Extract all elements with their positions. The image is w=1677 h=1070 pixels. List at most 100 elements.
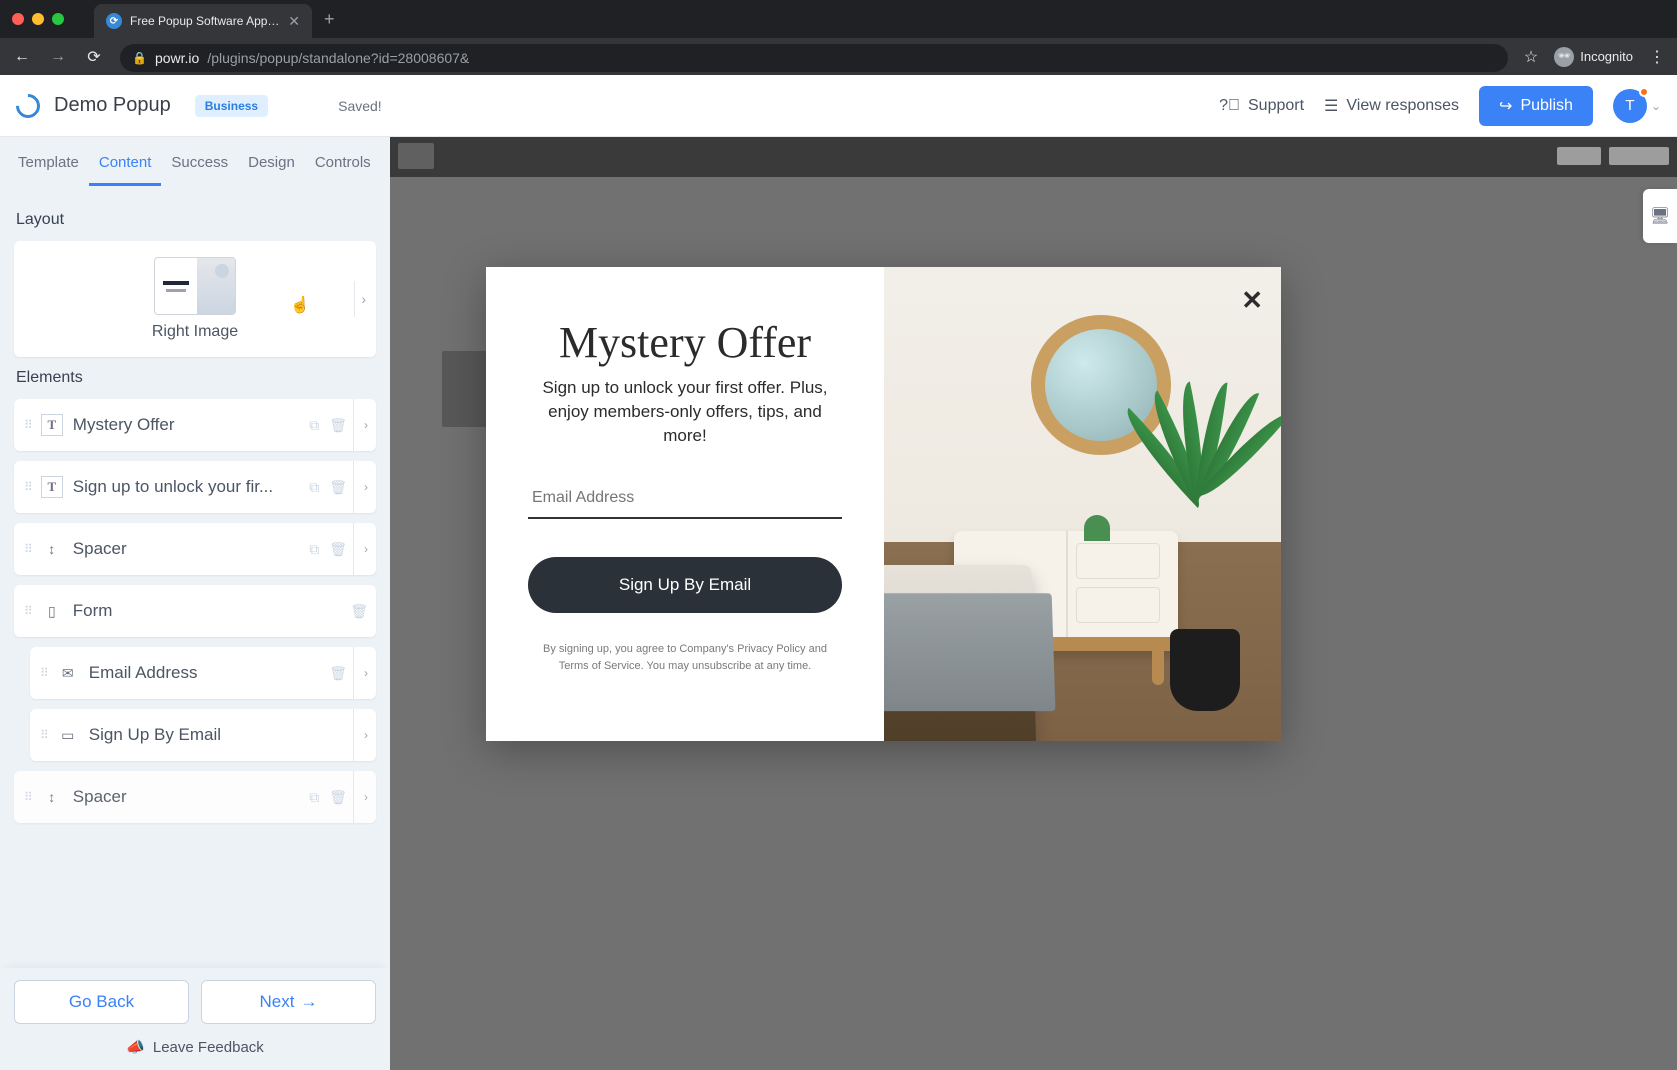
list-icon: ☰ xyxy=(1324,96,1338,116)
drag-handle-icon[interactable]: ⠿ xyxy=(40,728,47,742)
drag-handle-icon[interactable]: ⠿ xyxy=(24,480,31,494)
tab-success[interactable]: Success xyxy=(161,140,238,185)
chevron-down-icon: ⌄ xyxy=(1651,99,1661,113)
spacer-icon: ↕ xyxy=(41,538,63,560)
element-text-title[interactable]: ⠿ T Mystery Offer ⧉ 🗑 › xyxy=(14,399,376,451)
element-spacer[interactable]: ⠿ ↕ Spacer ⧉ 🗑 › xyxy=(14,523,376,575)
new-tab-button[interactable]: + xyxy=(324,9,335,30)
go-back-button[interactable]: Go Back xyxy=(14,980,189,1024)
chevron-right-icon[interactable]: › xyxy=(353,771,368,823)
delete-icon[interactable]: 🗑 xyxy=(329,789,347,806)
bookmark-icon[interactable]: ☆ xyxy=(1524,47,1538,67)
placeholder-block xyxy=(398,143,434,169)
reload-button[interactable]: ⟳ xyxy=(84,47,104,67)
email-input[interactable] xyxy=(528,479,842,519)
elements-section-heading: Elements xyxy=(16,369,376,387)
app-header: Demo Popup Business Saved! ?⃝ Support ☰ … xyxy=(0,75,1677,137)
signup-button-label: Sign Up By Email xyxy=(619,575,751,595)
browser-tab[interactable]: ⟳ Free Popup Software Applicati ✕ xyxy=(94,4,312,38)
element-text-subtitle[interactable]: ⠿ T Sign up to unlock your fir... ⧉ 🗑 › xyxy=(14,461,376,513)
chevron-right-icon[interactable]: › xyxy=(353,399,368,451)
preview-site-header xyxy=(390,137,1677,177)
tab-template[interactable]: Template xyxy=(8,140,89,185)
layout-selector[interactable]: Right Image › ☝ xyxy=(14,241,376,357)
popup-image xyxy=(884,267,1281,741)
view-responses-label: View responses xyxy=(1346,97,1459,115)
text-icon: T xyxy=(41,414,63,436)
desktop-icon: 🖥 xyxy=(1650,206,1670,226)
drag-handle-icon[interactable]: ⠿ xyxy=(24,418,31,432)
element-spacer-2[interactable]: ⠿ ↕ Spacer ⧉ 🗑 › xyxy=(14,771,376,823)
element-label: Form xyxy=(73,601,350,621)
drag-handle-icon[interactable]: ⠿ xyxy=(40,666,47,680)
spacer-icon: ↕ xyxy=(41,786,63,808)
view-responses-link[interactable]: ☰ View responses xyxy=(1324,96,1459,116)
chevron-right-icon[interactable]: › xyxy=(353,461,368,513)
element-label: Spacer xyxy=(73,539,309,559)
element-submit-button[interactable]: ⠿ ▭ Sign Up By Email › xyxy=(30,709,376,761)
incognito-icon: 🕶 xyxy=(1554,47,1574,67)
element-email-field[interactable]: ⠿ ✉ Email Address 🗑 › xyxy=(30,647,376,699)
drag-handle-icon[interactable]: ⠿ xyxy=(24,790,31,804)
share-icon: ↪ xyxy=(1499,96,1512,116)
avatar-initial: T xyxy=(1625,97,1634,114)
element-label: Sign up to unlock your fir... xyxy=(73,477,309,497)
incognito-label: Incognito xyxy=(1580,49,1633,64)
url-path: /plugins/popup/standalone?id=28008607& xyxy=(207,50,469,66)
plan-badge[interactable]: Business xyxy=(195,95,268,117)
tab-close-icon[interactable]: ✕ xyxy=(288,13,300,30)
arrow-right-icon: → xyxy=(300,992,317,1012)
next-label: Next xyxy=(260,992,295,1012)
delete-icon[interactable]: 🗑 xyxy=(329,541,347,558)
drag-handle-icon[interactable]: ⠿ xyxy=(24,542,31,556)
chevron-right-icon[interactable]: › xyxy=(353,523,368,575)
drag-handle-icon[interactable]: ⠿ xyxy=(24,604,31,618)
address-bar-right: ☆ 🕶 Incognito ⋮ xyxy=(1524,47,1665,67)
duplicate-icon[interactable]: ⧉ xyxy=(309,417,319,434)
layout-thumbnail-icon xyxy=(154,257,236,315)
tab-content[interactable]: Content xyxy=(89,140,162,185)
delete-icon[interactable]: 🗑 xyxy=(329,665,347,682)
layout-next-button[interactable]: › xyxy=(354,281,372,317)
minimize-window-button[interactable] xyxy=(32,13,44,25)
element-form[interactable]: ⠿ ▯ Form 🗑 xyxy=(14,585,376,637)
sidebar-footer: Go Back Next → 📣 Leave Feedback xyxy=(0,968,390,1070)
forward-button[interactable]: → xyxy=(48,48,68,66)
main: Template Content Success Design Controls… xyxy=(0,137,1677,1070)
device-toggle-button[interactable]: 🖥 xyxy=(1643,189,1677,243)
small-plant-icon xyxy=(1084,515,1110,541)
duplicate-icon[interactable]: ⧉ xyxy=(309,789,319,806)
delete-icon[interactable]: 🗑 xyxy=(329,417,347,434)
account-menu[interactable]: T ⌄ xyxy=(1613,89,1661,123)
browser-menu-icon[interactable]: ⋮ xyxy=(1649,47,1665,67)
maximize-window-button[interactable] xyxy=(52,13,64,25)
popup-content: Mystery Offer Sign up to unlock your fir… xyxy=(486,267,884,741)
form-icon: ▯ xyxy=(41,600,63,622)
incognito-badge: 🕶 Incognito xyxy=(1554,47,1633,67)
next-button[interactable]: Next → xyxy=(201,980,376,1024)
delete-icon[interactable]: 🗑 xyxy=(350,603,368,620)
favicon-icon: ⟳ xyxy=(106,13,122,29)
saved-status: Saved! xyxy=(338,98,382,114)
tab-controls[interactable]: Controls xyxy=(305,140,381,185)
tab-design[interactable]: Design xyxy=(238,140,305,185)
delete-icon[interactable]: 🗑 xyxy=(329,479,347,496)
email-input-wrap xyxy=(528,479,842,519)
element-label: Mystery Offer xyxy=(73,415,309,435)
text-icon: T xyxy=(41,476,63,498)
support-link[interactable]: ?⃝ Support xyxy=(1219,97,1304,115)
signup-button[interactable]: Sign Up By Email xyxy=(528,557,842,613)
url-field[interactable]: 🔒 powr.io/plugins/popup/standalone?id=28… xyxy=(120,44,1508,72)
back-button[interactable]: ← xyxy=(12,48,32,66)
element-actions: ⧉ 🗑 xyxy=(309,789,347,806)
leave-feedback-link[interactable]: 📣 Leave Feedback xyxy=(14,1034,376,1062)
publish-button[interactable]: ↪ Publish xyxy=(1479,86,1593,126)
popup-close-button[interactable]: ✕ xyxy=(1241,285,1263,316)
sidebar-scroll[interactable]: Layout Right Image › ☝ Elements ⠿ xyxy=(0,187,390,968)
duplicate-icon[interactable]: ⧉ xyxy=(309,541,319,558)
duplicate-icon[interactable]: ⧉ xyxy=(309,479,319,496)
close-window-button[interactable] xyxy=(12,13,24,25)
element-actions: ⧉ 🗑 xyxy=(309,417,347,434)
chevron-right-icon[interactable]: › xyxy=(353,709,368,761)
chevron-right-icon[interactable]: › xyxy=(353,647,368,699)
